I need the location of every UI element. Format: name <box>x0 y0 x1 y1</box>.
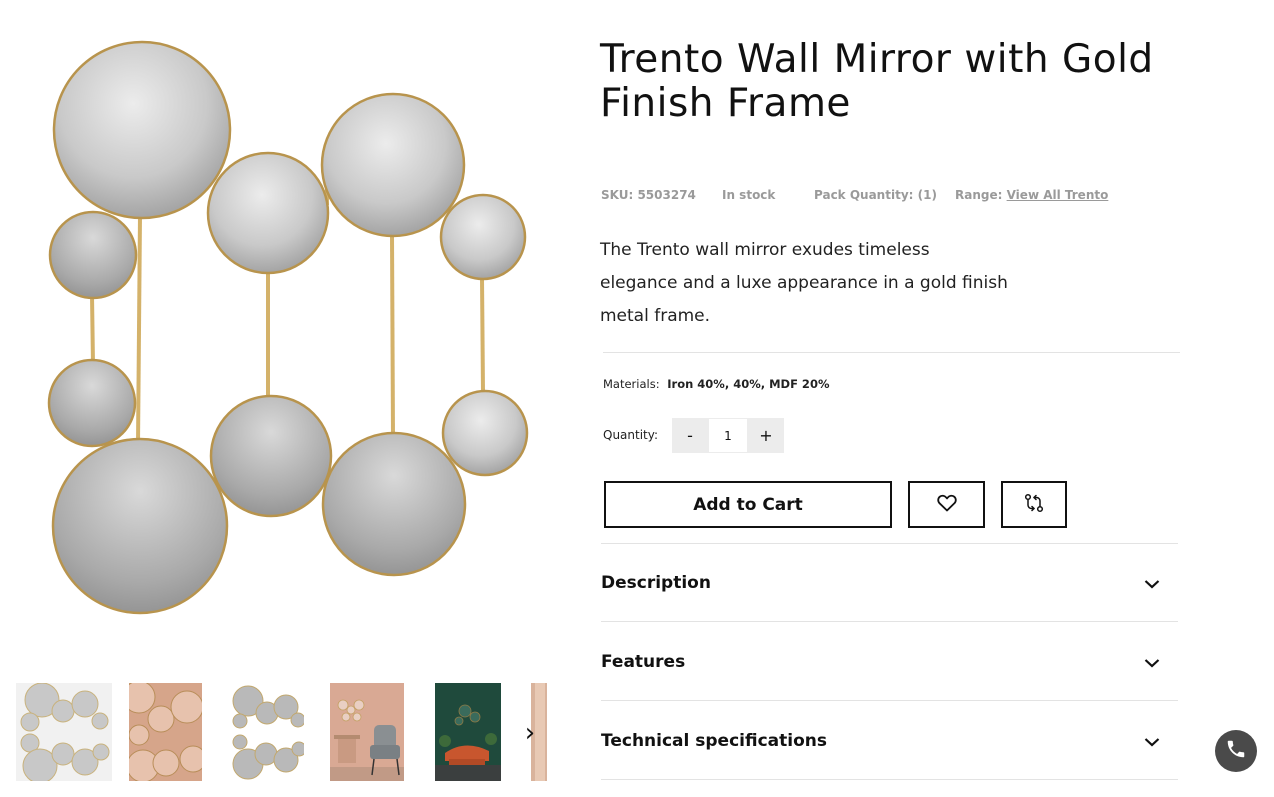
quantity-decrease-button[interactable]: - <box>672 418 708 453</box>
phone-button[interactable] <box>1215 730 1257 772</box>
thumbnail-1[interactable] <box>16 683 112 781</box>
materials: Materials: Iron 40%, 40%, MDF 20% <box>603 377 829 391</box>
main-product-image[interactable] <box>30 30 550 630</box>
product-description: The Trento wall mirror exudes timeless e… <box>600 240 1008 326</box>
divider <box>601 621 1178 622</box>
phone-icon <box>1225 738 1247 764</box>
materials-label: Materials: <box>603 377 660 391</box>
sku: SKU: 5503274 <box>601 188 696 202</box>
chevron-down-icon <box>1144 580 1160 589</box>
accordion-technical-specifications-label: Technical specifications <box>601 731 827 751</box>
wishlist-button[interactable] <box>908 481 985 528</box>
accordion-features[interactable]: Features <box>601 623 1178 701</box>
product-gallery: › <box>0 0 560 797</box>
quantity-increase-button[interactable]: + <box>748 418 784 453</box>
materials-value: Iron 40%, 40%, MDF 20% <box>667 377 830 391</box>
thumbnail-4[interactable] <box>330 683 404 781</box>
thumbnail-next-arrow[interactable]: › <box>519 715 541 751</box>
pack-quantity: Pack Quantity: (1) <box>814 188 937 202</box>
divider <box>601 779 1178 780</box>
range-label: Range: <box>955 188 1003 202</box>
stock-status: In stock <box>722 188 776 202</box>
range-info: Range: View All Trento <box>955 188 1108 202</box>
accordion-description[interactable]: Description <box>601 544 1178 622</box>
range-link[interactable]: View All Trento <box>1007 188 1109 202</box>
quantity-stepper: - + <box>672 418 784 453</box>
thumbnail-2[interactable] <box>129 683 202 781</box>
thumbnail-3[interactable] <box>228 683 304 781</box>
accordion-features-label: Features <box>601 652 686 672</box>
heart-icon <box>936 494 957 515</box>
thumbnail-5[interactable] <box>435 683 501 781</box>
quantity-input[interactable] <box>708 418 748 453</box>
accordion-technical-specifications[interactable]: Technical specifications <box>601 702 1178 780</box>
accordion-description-label: Description <box>601 573 711 593</box>
add-to-cart-button[interactable]: Add to Cart <box>604 481 892 528</box>
compare-arrows-icon <box>1023 492 1045 517</box>
compare-button[interactable] <box>1001 481 1067 528</box>
chevron-down-icon <box>1144 738 1160 747</box>
product-title: Trento Wall Mirror with Gold Finish Fram… <box>600 37 1154 126</box>
chevron-down-icon <box>1144 659 1160 668</box>
divider <box>603 352 1180 353</box>
thumbnail-strip <box>16 683 548 783</box>
quantity-label: Quantity: <box>603 428 659 442</box>
divider <box>601 700 1178 701</box>
